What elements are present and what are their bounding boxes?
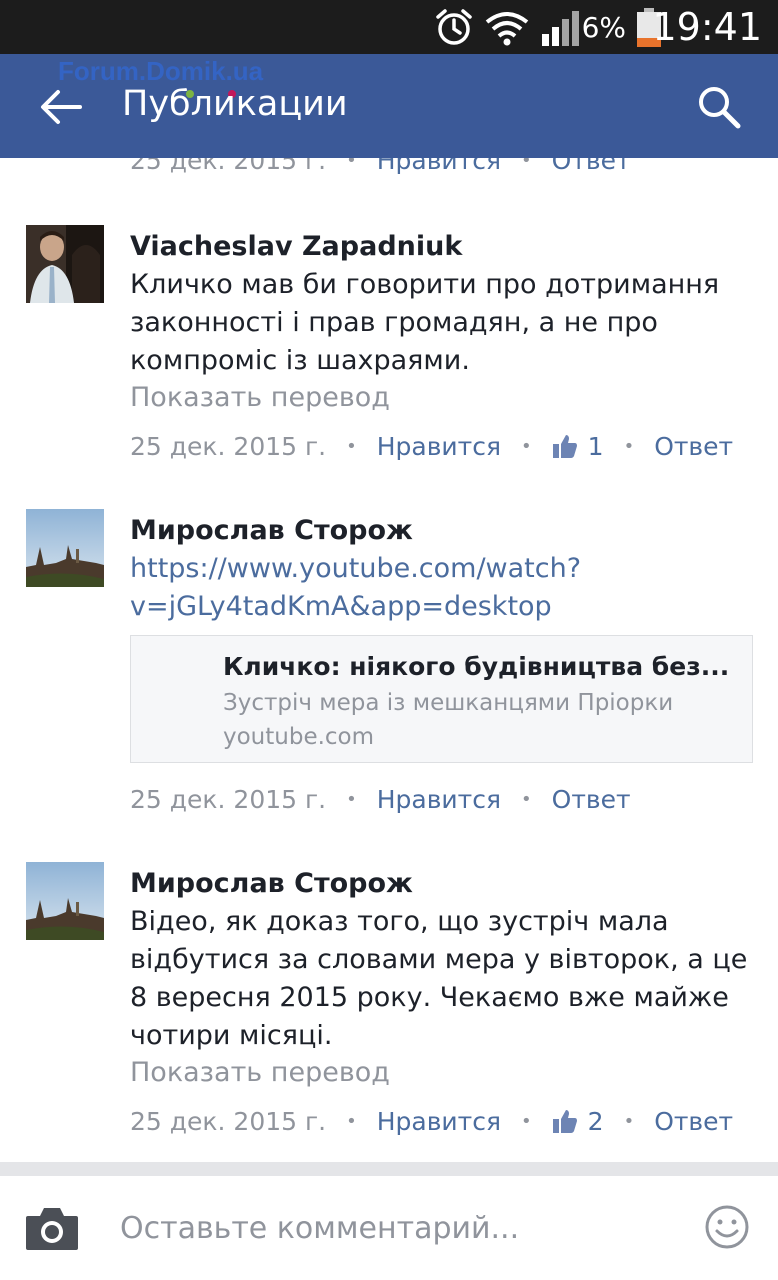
preview-description: Зустріч мера із мешканцями Пріорки [223, 690, 674, 716]
show-translation-link[interactable]: Показать перевод [130, 1057, 390, 1088]
search-icon[interactable] [696, 84, 742, 130]
app-bar: Forum.Domik.ua Публикации [0, 54, 778, 158]
comment-author[interactable]: Viacheslav Zapadniuk [130, 231, 462, 262]
comment-author[interactable]: Мирослав Сторож [130, 868, 413, 899]
comment-date: 25 дек. 2015 г. [130, 431, 327, 461]
thumbs-up-icon [552, 435, 577, 458]
avatar[interactable] [26, 509, 104, 587]
status-bar: 6% 19:41 [0, 0, 778, 54]
preview-domain: youtube.com [223, 724, 375, 750]
reply-button[interactable]: Ответ [552, 158, 631, 175]
reply-button[interactable]: Ответ [654, 1107, 733, 1136]
like-button[interactable]: Нравится [377, 1107, 501, 1136]
like-count: 1 [587, 431, 604, 461]
watermark: Forum.Domik.ua [58, 56, 264, 86]
avatar[interactable] [26, 225, 104, 303]
wifi-icon [485, 12, 529, 46]
comment-meta-partial: 25 дек. 2015 г. • Нравится • Ответ [130, 158, 631, 180]
battery-percent: 6% [581, 10, 626, 44]
alarm-icon [436, 9, 472, 45]
thumbs-up-icon [552, 1110, 577, 1133]
comments-feed[interactable]: 25 дек. 2015 г. • Нравится • Ответ Viach… [0, 158, 778, 1162]
link-preview-card[interactable]: Кличко: ніякого будівництва без... Зустр… [130, 635, 753, 763]
comment-date: 25 дек. 2015 г. [130, 784, 327, 814]
reply-button[interactable]: Ответ [552, 785, 631, 814]
like-count: 2 [587, 1106, 604, 1136]
camera-icon[interactable] [24, 1204, 80, 1252]
comment-text: Відео, як доказ того, що зустріч мала ві… [130, 906, 748, 1051]
signal-icon [542, 11, 579, 46]
status-time: 19:41 [652, 5, 762, 49]
reply-button[interactable]: Ответ [654, 432, 733, 461]
comment-link[interactable]: https://www.youtube.com/watch?v=jGLy4tad… [130, 550, 750, 626]
emoji-icon[interactable] [704, 1204, 750, 1250]
comment-author[interactable]: Мирослав Сторож [130, 515, 413, 546]
comment-meta: 25 дек. 2015 г. • Нравится • Ответ [130, 784, 631, 814]
show-translation-link[interactable]: Показать перевод [130, 382, 390, 413]
like-button[interactable]: Нравится [377, 158, 501, 175]
comment-composer [0, 1176, 778, 1280]
page-title: Публикации [122, 84, 348, 124]
divider [0, 1162, 778, 1176]
comment-date: 25 дек. 2015 г. [130, 1106, 327, 1136]
like-button[interactable]: Нравится [377, 785, 501, 814]
preview-title: Кличко: ніякого будівництва без... [223, 652, 730, 681]
comment-meta: 25 дек. 2015 г. • Нравится • 1 • Ответ [130, 431, 734, 461]
comment-meta: 25 дек. 2015 г. • Нравится • 2 • Ответ [130, 1106, 734, 1136]
comment-input[interactable] [108, 1198, 688, 1258]
back-arrow-icon[interactable] [38, 84, 84, 130]
comment-text: Кличко мав би говорити про дотримання за… [130, 269, 720, 376]
avatar[interactable] [26, 862, 104, 940]
like-button[interactable]: Нравится [377, 432, 501, 461]
